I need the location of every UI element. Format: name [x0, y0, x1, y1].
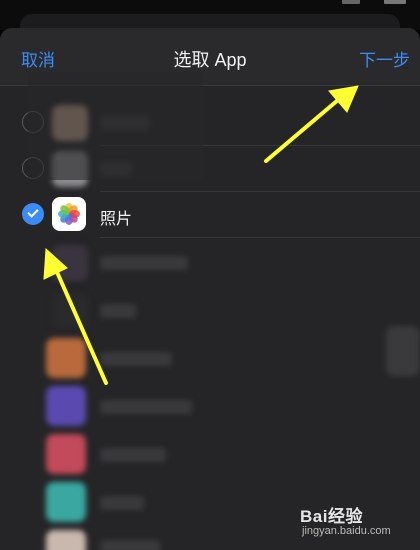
next-button[interactable]: 下一步 [359, 46, 410, 71]
battery-icon [384, 0, 406, 4]
side-element-blurred [386, 326, 420, 376]
watermark-brand: Bai经验 [300, 507, 363, 526]
list-item[interactable] [0, 286, 420, 334]
app-label-blurred [100, 352, 172, 366]
app-label-blurred [100, 540, 160, 550]
list-item-photos[interactable]: 照片 [0, 190, 420, 238]
signal-icon [342, 0, 360, 4]
app-label-blurred [100, 496, 144, 510]
page-title: 选取 App [173, 50, 247, 70]
app-label-blurred [100, 256, 188, 270]
app-label-blurred [100, 448, 166, 462]
app-icon [52, 293, 88, 329]
app-label-blurred [100, 304, 136, 318]
photos-app-icon [52, 197, 86, 231]
blur-overlay [28, 72, 203, 180]
app-icon [46, 482, 86, 522]
app-icon [46, 434, 86, 474]
app-icon [46, 386, 86, 426]
list-item[interactable] [0, 430, 420, 478]
list-item[interactable] [0, 334, 420, 382]
watermark: Bai经验 jingyan.baidu.com [300, 502, 410, 542]
selection-radio-checked[interactable] [22, 203, 44, 225]
list-item[interactable] [0, 238, 420, 286]
watermark-url: jingyan.baidu.com [302, 525, 391, 537]
app-icon [46, 338, 86, 378]
app-picker-sheet: 取消 选取 App 下一步 照片 [0, 28, 420, 550]
app-label-blurred [100, 400, 192, 414]
app-icon [46, 530, 86, 550]
status-bar [0, 0, 420, 54]
app-label: 照片 [100, 211, 133, 228]
checkmark-icon [27, 206, 39, 218]
app-icon [52, 245, 88, 281]
list-item[interactable] [0, 382, 420, 430]
